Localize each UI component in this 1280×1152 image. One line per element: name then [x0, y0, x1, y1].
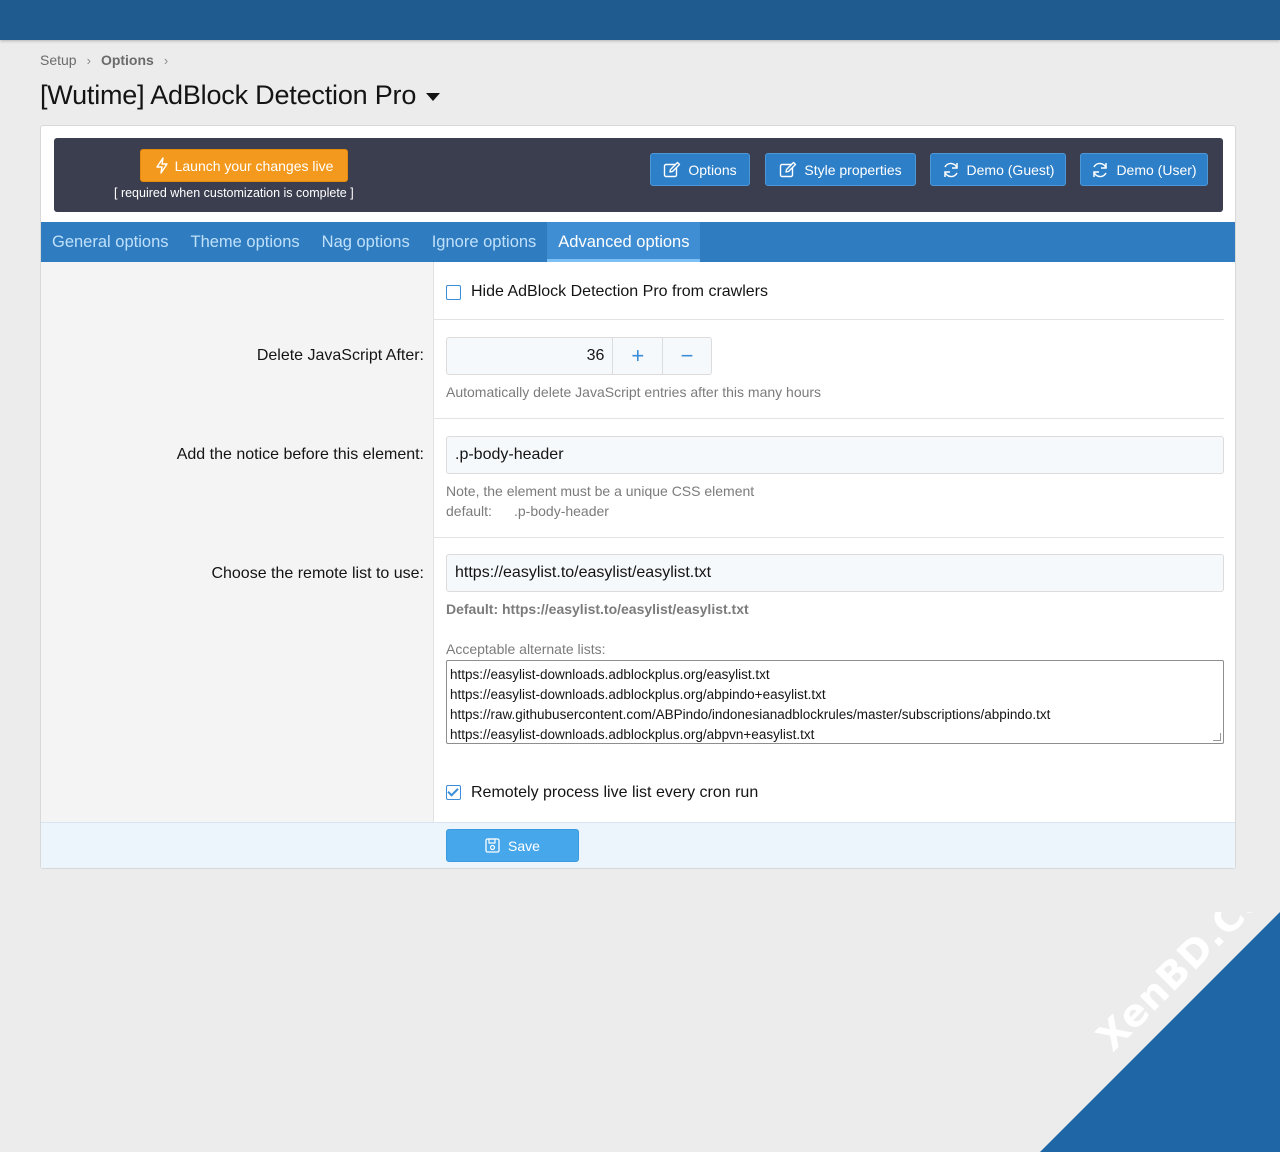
launch-button-label: Launch your changes live	[174, 157, 334, 174]
remote-list-input[interactable]: https://easylist.to/easylist/easylist.tx…	[446, 554, 1224, 592]
row-divider	[434, 418, 1224, 419]
demo-user-button[interactable]: Demo (User)	[1080, 153, 1208, 186]
chevron-right-icon: ›	[86, 52, 91, 68]
increment-button[interactable]: +	[613, 338, 662, 374]
delete-js-hint: Automatically delete JavaScript entries …	[446, 384, 822, 400]
save-button[interactable]: Save	[446, 829, 579, 862]
save-icon	[485, 838, 500, 853]
label-column	[41, 262, 434, 822]
row-divider	[434, 537, 1224, 538]
remote-list-label: Choose the remote list to use:	[211, 565, 424, 582]
chevron-right-icon: ›	[163, 52, 169, 68]
page-title[interactable]: [Wutime] AdBlock Detection Pro	[40, 80, 441, 111]
demo-guest-button-label: Demo (Guest)	[966, 161, 1055, 178]
notice-element-default-label: default:	[446, 503, 492, 519]
edit-icon	[664, 161, 681, 177]
hide-crawlers-label[interactable]: Hide AdBlock Detection Pro from crawlers	[471, 283, 768, 301]
breadcrumb-item-setup[interactable]: Setup	[40, 52, 77, 68]
launch-changes-button[interactable]: Launch your changes live	[140, 149, 348, 182]
demo-guest-button[interactable]: Demo (Guest)	[930, 153, 1066, 186]
tab-general-options[interactable]: General options	[41, 222, 180, 262]
style-properties-button[interactable]: Style properties	[765, 153, 916, 186]
delete-js-input[interactable]: 36	[447, 338, 614, 374]
watermark: XenBD.Com	[1040, 912, 1280, 1152]
demo-user-button-label: Demo (User)	[1116, 161, 1197, 178]
process-cron-checkbox[interactable]	[446, 785, 461, 800]
breadcrumb-item-options[interactable]: Options	[101, 52, 154, 68]
launch-note: [ required when customization is complet…	[114, 186, 354, 200]
delete-js-stepper: 36 + −	[446, 337, 712, 375]
top-navigation-bar	[0, 0, 1280, 40]
alternate-lists-textarea[interactable]: https://easylist-downloads.adblockplus.o…	[446, 660, 1224, 744]
save-button-label: Save	[508, 837, 540, 854]
tab-bar: General options Theme options Nag option…	[41, 222, 1235, 262]
refresh-icon	[1093, 162, 1108, 177]
edit-icon	[780, 161, 797, 177]
lightning-icon	[155, 157, 168, 174]
refresh-icon	[943, 162, 958, 177]
tab-nag-options[interactable]: Nag options	[311, 222, 421, 262]
resize-grip-icon[interactable]	[1213, 733, 1221, 741]
notice-element-hint: Note, the element must be a unique CSS e…	[446, 483, 755, 499]
notice-element-label: Add the notice before this element:	[176, 446, 424, 463]
alternate-list-item: https://easylist-downloads.adblockplus.o…	[450, 727, 815, 742]
page-title-text: [Wutime] AdBlock Detection Pro	[40, 80, 417, 110]
alternate-lists-label: Acceptable alternate lists:	[446, 641, 606, 657]
decrement-button[interactable]: −	[662, 338, 711, 374]
form-footer: Save	[41, 822, 1235, 868]
process-cron-label[interactable]: Remotely process live list every cron ru…	[471, 784, 758, 802]
style-properties-button-label: Style properties	[804, 161, 902, 178]
options-button-label: Options	[688, 161, 737, 178]
breadcrumb: Setup › Options ›	[40, 52, 168, 68]
alternate-list-item: https://easylist-downloads.adblockplus.o…	[450, 687, 826, 702]
hide-crawlers-checkbox[interactable]	[446, 285, 461, 300]
watermark-band	[1040, 912, 1280, 1152]
tab-theme-options[interactable]: Theme options	[180, 222, 311, 262]
tab-ignore-options[interactable]: Ignore options	[421, 222, 548, 262]
remote-list-default-hint: Default: https://easylist.to/easylist/ea…	[446, 601, 749, 617]
delete-js-label: Delete JavaScript After:	[256, 347, 424, 364]
caret-down-icon[interactable]	[426, 93, 441, 101]
form-area: Hide AdBlock Detection Pro from crawlers…	[41, 262, 1235, 822]
alternate-list-item: https://easylist-downloads.adblockplus.o…	[450, 667, 770, 682]
options-block: Launch your changes live [ required when…	[40, 125, 1236, 869]
alternate-list-item: https://raw.githubusercontent.com/ABPind…	[450, 707, 1051, 722]
notice-element-input[interactable]: .p-body-header	[446, 436, 1224, 474]
row-divider	[434, 319, 1224, 320]
options-button[interactable]: Options	[650, 153, 750, 186]
notice-element-default-value: .p-body-header	[514, 503, 609, 519]
launch-bar: Launch your changes live [ required when…	[54, 138, 1223, 212]
tab-advanced-options[interactable]: Advanced options	[547, 222, 701, 262]
